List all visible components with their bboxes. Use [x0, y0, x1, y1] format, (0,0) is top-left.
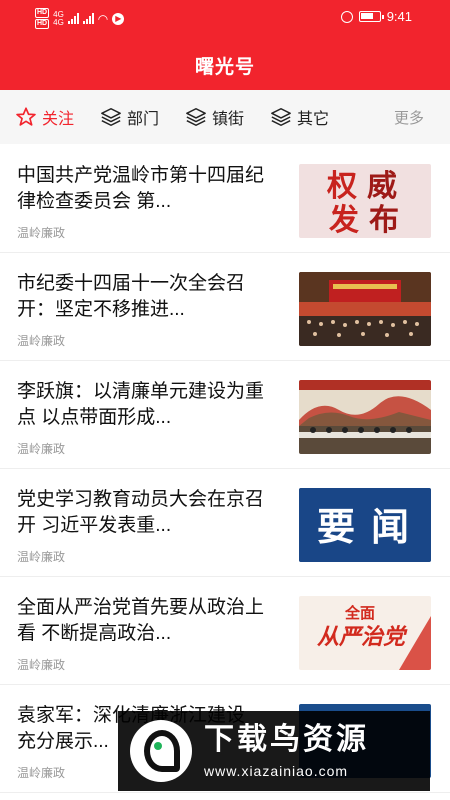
watermark-logo-icon	[130, 720, 192, 782]
svg-text:布: 布	[369, 204, 399, 237]
network-label: 4G	[53, 17, 64, 27]
svg-text:全面: 全面	[344, 604, 375, 622]
page-title: 曙光号	[194, 57, 255, 78]
thumb-text: 权	[326, 170, 357, 203]
watermark-text: 下载鸟资源 www.xiazainiao.com	[204, 723, 369, 779]
article-thumbnail: 全面 从严治党	[299, 596, 431, 670]
watermark-url: www.xiazainiao.com	[204, 763, 349, 779]
app-header: HD HD 4G 4G ◠ ▶ 9:41 曙光号	[0, 0, 450, 90]
alarm-icon	[340, 10, 353, 23]
layers-icon	[271, 108, 291, 126]
article-thumbnail: 要 闻	[299, 488, 431, 562]
layers-icon	[186, 108, 206, 126]
category-tabs: 关注 部门 镇街 其它 更多	[0, 90, 450, 144]
article-source: 温岭廉政	[17, 550, 66, 564]
article-source: 温岭廉政	[17, 334, 66, 348]
list-item[interactable]: 中国共产党温岭市第十四届纪律检查委员会 第... 温岭廉政 权 威 发 布	[0, 145, 450, 253]
status-right: 9:41	[340, 9, 412, 24]
notification-icon: ▶	[112, 12, 125, 25]
list-item[interactable]: 党史学习教育动员大会在京召开 习近平发表重... 温岭廉政 要 闻	[0, 469, 450, 577]
watermark-banner: 下载鸟资源 www.xiazainiao.com	[118, 711, 430, 791]
svg-text:发: 发	[328, 204, 359, 237]
tab-department[interactable]: 部门	[100, 105, 159, 129]
hd-badge: HD	[35, 19, 50, 29]
article-title: 党史学习教育动员大会在京召开 习近平发表重...	[17, 489, 265, 536]
layers-icon	[101, 108, 121, 126]
tab-label: 关注	[42, 111, 75, 128]
article-title: 中国共产党温岭市第十四届纪律检查委员会 第...	[17, 165, 265, 212]
list-item[interactable]: 全面从严治党首先要从政治上看 不断提高政治... 温岭廉政 全面 从严治党	[0, 577, 450, 685]
article-feed: 中国共产党温岭市第十四届纪律检查委员会 第... 温岭廉政 权 威 发 布 市纪…	[0, 145, 450, 793]
list-item[interactable]: 市纪委十四届十一次全会召开：坚定不移推进... 温岭廉政	[0, 253, 450, 361]
hd-badges: HD HD	[35, 8, 50, 29]
tab-follow[interactable]: 关注	[15, 105, 74, 129]
article-title: 全面从严治党首先要从政治上看 不断提高政治...	[17, 597, 265, 644]
tab-label: 镇街	[212, 111, 245, 128]
article-source: 温岭廉政	[17, 442, 66, 456]
article-thumbnail	[299, 380, 431, 454]
article-source: 温岭廉政	[17, 226, 66, 240]
article-thumbnail	[299, 272, 431, 346]
svg-text:闻: 闻	[371, 507, 409, 549]
tab-label: 部门	[127, 111, 160, 128]
article-title: 李跃旗：以清廉单元建设为重点 以点带面形成...	[17, 381, 265, 428]
battery-icon	[358, 11, 384, 22]
svg-text:从严治党: 从严治党	[317, 624, 408, 649]
status-bar: HD HD 4G 4G ◠ ▶ 9:41	[0, 0, 450, 36]
status-left: HD HD 4G 4G ◠ ▶	[35, 8, 125, 29]
article-source: 温岭廉政	[17, 658, 66, 672]
article-thumbnail: 权 威 发 布	[299, 164, 431, 238]
svg-text:威: 威	[367, 170, 397, 203]
tab-other[interactable]: 其它	[270, 105, 329, 129]
tab-town[interactable]: 镇街	[185, 105, 244, 129]
network-labels: 4G 4G	[53, 10, 64, 27]
watermark-brand: 下载鸟资源	[204, 723, 369, 756]
article-title: 市纪委十四届十一次全会召开：坚定不移推进...	[17, 273, 246, 320]
svg-text:要: 要	[317, 507, 355, 549]
hd-badge: HD	[35, 8, 50, 18]
list-item[interactable]: 李跃旗：以清廉单元建设为重点 以点带面形成... 温岭廉政	[0, 361, 450, 469]
more-link[interactable]: 更多	[394, 107, 424, 128]
tab-label: 其它	[297, 111, 330, 128]
article-source: 温岭廉政	[17, 766, 66, 780]
wifi-icon: ◠	[97, 11, 109, 26]
signal-icon	[67, 13, 79, 24]
signal-icon	[82, 13, 94, 24]
star-icon	[16, 107, 36, 126]
status-time: 9:41	[386, 9, 412, 24]
